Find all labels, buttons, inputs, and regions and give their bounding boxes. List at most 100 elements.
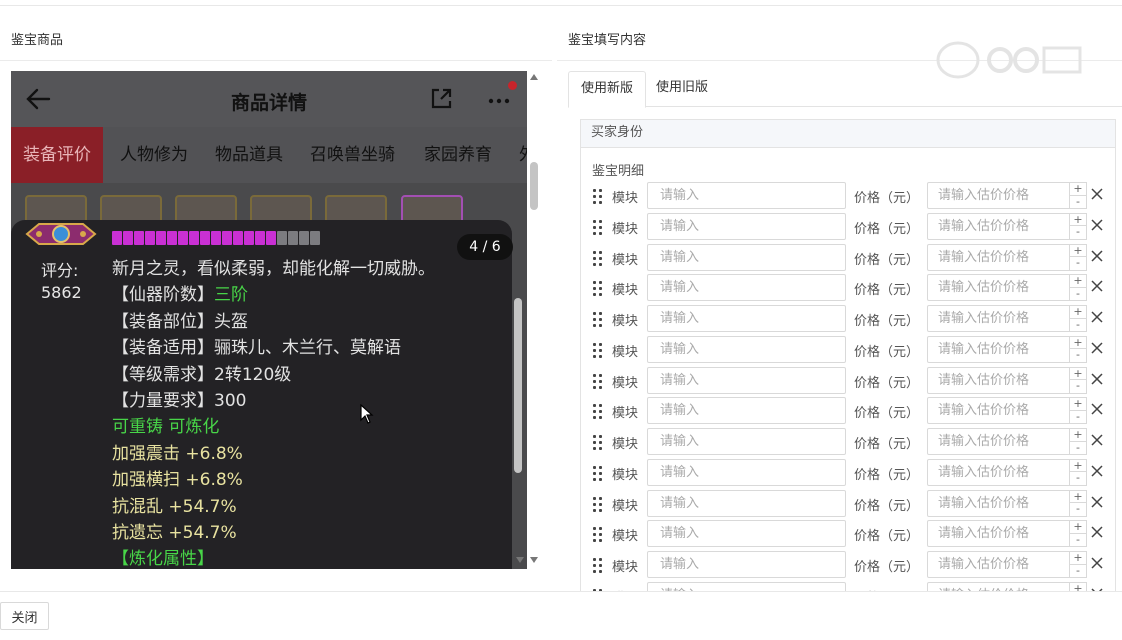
- delete-row-icon[interactable]: [1090, 556, 1104, 570]
- increment-button[interactable]: +: [1070, 429, 1086, 442]
- module-input[interactable]: [647, 428, 846, 455]
- price-input[interactable]: [927, 428, 1070, 455]
- module-input[interactable]: [647, 335, 846, 363]
- delete-row-icon[interactable]: [1090, 187, 1104, 201]
- price-input[interactable]: [927, 182, 1070, 209]
- module-input[interactable]: [647, 182, 846, 209]
- increment-button[interactable]: +: [1070, 275, 1086, 288]
- buyer-identity-header[interactable]: 买家身份: [581, 120, 1115, 148]
- module-input[interactable]: [647, 366, 846, 394]
- price-input[interactable]: [927, 212, 1070, 240]
- price-label: 价格（元）: [854, 529, 920, 545]
- increment-button[interactable]: +: [1070, 306, 1086, 319]
- module-input[interactable]: [647, 274, 846, 302]
- module-input[interactable]: [647, 212, 846, 240]
- module-input[interactable]: [647, 458, 846, 486]
- delete-row-icon[interactable]: [1090, 310, 1104, 324]
- increment-button[interactable]: +: [1070, 521, 1086, 534]
- price-input[interactable]: [927, 551, 1070, 578]
- module-input[interactable]: [647, 520, 846, 548]
- module-input[interactable]: [647, 305, 846, 332]
- price-input[interactable]: [927, 489, 1070, 517]
- drag-handle-icon[interactable]: [593, 496, 603, 512]
- drag-handle-icon[interactable]: [593, 404, 603, 420]
- left-section-title: 鉴宝商品: [11, 33, 64, 48]
- drag-handle-icon[interactable]: [593, 219, 603, 235]
- drag-handle-icon[interactable]: [593, 281, 603, 297]
- share-icon[interactable]: [429, 87, 453, 111]
- increment-button[interactable]: +: [1070, 552, 1086, 565]
- tab-old-version[interactable]: 使用旧版: [644, 71, 720, 107]
- drag-handle-icon[interactable]: [593, 250, 603, 266]
- decrement-button[interactable]: -: [1070, 410, 1086, 424]
- price-input[interactable]: [927, 366, 1070, 394]
- decrement-button[interactable]: -: [1070, 503, 1086, 516]
- delete-row-icon[interactable]: [1090, 372, 1104, 386]
- drag-handle-icon[interactable]: [593, 558, 603, 573]
- decrement-button[interactable]: -: [1070, 441, 1086, 455]
- price-input[interactable]: [927, 397, 1070, 425]
- drag-handle-icon[interactable]: [593, 527, 603, 543]
- increment-button[interactable]: +: [1070, 183, 1086, 196]
- product-preview[interactable]: 商品详情 装备评价 人物修为 物品道具 召唤兽坐骑 家园养育 外 4 / 6: [11, 71, 527, 569]
- delete-row-icon[interactable]: [1090, 464, 1104, 478]
- decrement-button[interactable]: -: [1070, 380, 1086, 393]
- drag-handle-icon[interactable]: [593, 373, 603, 389]
- attribute-line: 【等级需求】2转120级: [112, 362, 502, 388]
- module-input[interactable]: [647, 551, 846, 578]
- tab-summons-mounts[interactable]: 召唤兽坐骑: [310, 127, 395, 183]
- module-input[interactable]: [647, 489, 846, 517]
- decrement-button[interactable]: -: [1070, 564, 1086, 578]
- decrement-button[interactable]: -: [1070, 533, 1086, 547]
- tab-items[interactable]: 物品道具: [215, 127, 283, 183]
- increment-button[interactable]: +: [1070, 398, 1086, 411]
- scroll-up-arrow-icon[interactable]: [530, 74, 538, 80]
- tab-home-nurture[interactable]: 家园养育: [424, 127, 492, 183]
- decrement-button[interactable]: -: [1070, 257, 1086, 270]
- version-tabs: 使用新版 使用旧版: [568, 71, 1122, 108]
- drag-handle-icon[interactable]: [593, 312, 603, 327]
- delete-row-icon[interactable]: [1090, 402, 1104, 416]
- decrement-button[interactable]: -: [1070, 287, 1086, 301]
- more-options-icon[interactable]: [485, 87, 515, 111]
- price-input[interactable]: [927, 305, 1070, 332]
- drag-handle-icon[interactable]: [593, 465, 603, 481]
- delete-row-icon[interactable]: [1090, 218, 1104, 232]
- delete-row-icon[interactable]: [1090, 341, 1104, 355]
- decrement-button[interactable]: -: [1070, 195, 1086, 209]
- delete-row-icon[interactable]: [1090, 279, 1104, 293]
- drag-handle-icon[interactable]: [593, 342, 603, 358]
- inner-scroll-down-arrow-icon[interactable]: [516, 557, 524, 563]
- drag-handle-icon[interactable]: [593, 189, 603, 204]
- price-label: 价格（元）: [854, 221, 920, 237]
- tab-new-version[interactable]: 使用新版: [568, 71, 647, 108]
- module-input[interactable]: [647, 397, 846, 425]
- tab-equipment-review[interactable]: 装备评价: [11, 127, 103, 183]
- price-input[interactable]: [927, 520, 1070, 548]
- item-attributes: 新月之灵，看似柔弱，却能化解一切威胁。 【仙器阶数】三阶 【装备部位】头盔 【装备适用…: [112, 256, 502, 569]
- tab-character-cultivation[interactable]: 人物修为: [120, 127, 188, 183]
- inner-scrollbar-thumb[interactable]: [514, 298, 522, 473]
- delete-row-icon[interactable]: [1090, 249, 1104, 263]
- delete-row-icon[interactable]: [1090, 525, 1104, 539]
- close-button[interactable]: 关闭: [0, 602, 49, 630]
- decrement-button[interactable]: -: [1070, 318, 1086, 332]
- drag-handle-icon[interactable]: [593, 435, 603, 450]
- delete-row-icon[interactable]: [1090, 433, 1104, 447]
- attribute-line: 【装备部位】头盔: [112, 309, 502, 335]
- price-input[interactable]: [927, 274, 1070, 302]
- outer-scrollbar-thumb[interactable]: [530, 162, 538, 210]
- scroll-down-arrow-icon[interactable]: [530, 557, 538, 563]
- decrement-button[interactable]: -: [1070, 349, 1086, 362]
- level-bar-filled: [189, 231, 199, 245]
- tab-more[interactable]: 外: [519, 127, 527, 183]
- module-label: 模块: [612, 344, 639, 360]
- price-input[interactable]: [927, 335, 1070, 363]
- price-input[interactable]: [927, 458, 1070, 486]
- delete-row-icon[interactable]: [1090, 495, 1104, 509]
- decrement-button[interactable]: -: [1070, 472, 1086, 485]
- module-input[interactable]: [647, 243, 846, 271]
- appraisal-row: 模块 价格（元） +-: [581, 273, 1115, 304]
- decrement-button[interactable]: -: [1070, 226, 1086, 239]
- price-input[interactable]: [927, 243, 1070, 271]
